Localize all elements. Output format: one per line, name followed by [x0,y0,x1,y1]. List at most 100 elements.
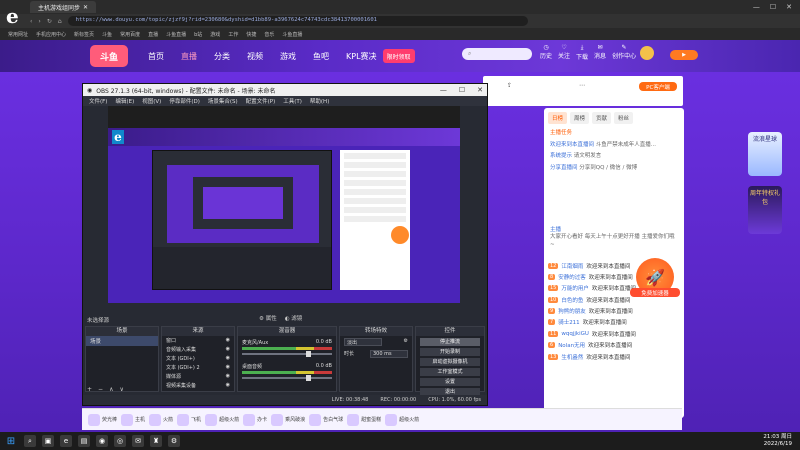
gift-item[interactable]: 飞机 [177,413,201,426]
nav-home[interactable]: 首页 [148,51,164,62]
properties-button[interactable]: ⚙ 属性 [259,314,277,322]
virtual-camera-button[interactable]: 启动虚拟摄像机 [420,358,480,366]
scene-item[interactable]: 场景 [86,336,158,346]
username[interactable]: 骑士211 [558,318,580,326]
gift-item[interactable]: 超级火箭 [205,413,239,426]
username[interactable]: 江南烟雨 [561,262,583,270]
source-item[interactable]: 音频输入采集 ◉ [162,345,234,354]
duration-input[interactable]: 300 ms [370,350,408,358]
url-input[interactable]: https://www.douyu.com/topic/zjzf9j?rid=2… [67,16,528,26]
download-button[interactable]: ⤓ 下载 [576,44,588,61]
forward-icon[interactable]: › [38,18,40,25]
browser-app-icon[interactable]: e [60,435,72,447]
message-button[interactable]: ✉ 消息 [594,44,606,61]
tab-weekly[interactable]: 周榜 [570,112,590,124]
source-item[interactable]: 媒体源 ◉ [162,372,234,381]
gift-item[interactable]: 荧光棒 [88,413,117,426]
username[interactable]: 安静的过客 [558,273,586,281]
site-logo[interactable]: 斗鱼 [90,45,128,67]
more-icon[interactable]: ⋯ [579,82,585,89]
bookmark[interactable]: 音乐 [264,31,274,38]
studio-mode-button[interactable]: 工作室模式 [420,368,480,376]
username[interactable]: 万能的用户 [561,284,589,292]
eye-icon[interactable]: ◉ [226,355,230,362]
gift-item[interactable]: 告白气球 [309,413,343,426]
bookmark[interactable]: 工作 [228,31,238,38]
gift-item[interactable]: 火箭 [149,413,173,426]
eye-icon[interactable]: ◉ [226,364,230,371]
user-avatar[interactable] [640,46,654,60]
chat-banner[interactable]: 主播任务 [544,128,684,140]
gift-item[interactable]: 甜蜜蛋糕 [347,413,381,426]
volume-slider[interactable] [242,351,332,357]
bookmark[interactable]: 斗鱼 [102,31,112,38]
eye-icon[interactable]: ◉ [226,346,230,353]
tab-daily[interactable]: 日榜 [548,112,568,124]
menu-docks[interactable]: 停靠部件(D) [169,97,200,105]
eye-icon[interactable]: ◉ [226,382,230,389]
minimize-icon[interactable]: — [753,3,760,11]
promo-badge[interactable]: 限时领取 [382,49,415,63]
chat-user[interactable]: 欢迎来到本直播间 [550,142,594,148]
share-icon[interactable]: ⇪ [507,82,512,89]
settings-icon[interactable]: ⚙ [168,435,180,447]
up-icon[interactable]: ∧ [109,386,113,393]
nav-live[interactable]: 直播 [181,51,197,62]
promo-card[interactable]: 周年特权礼包 [748,186,782,234]
nav-category[interactable]: 分类 [214,51,230,62]
bookmark[interactable]: 常用网址 [8,31,28,38]
bookmark[interactable]: 手机应用中心 [36,31,66,38]
nav-kpl[interactable]: KPL赛决 [346,51,377,62]
down-icon[interactable]: ∨ [119,386,123,393]
slider-knob[interactable] [306,351,311,357]
maximize-icon[interactable]: ☐ [459,86,465,94]
maximize-icon[interactable]: ☐ [770,3,776,11]
home-icon[interactable]: ⌂ [58,18,62,25]
obs-preview[interactable]: e [108,106,460,303]
nav-game[interactable]: 游戏 [280,51,296,62]
transition-select[interactable]: 淡出 [344,338,382,346]
close-window-icon[interactable]: ✕ [786,3,792,11]
slider-knob[interactable] [306,375,311,381]
search-icon[interactable]: ⌕ [24,435,36,447]
gift-item[interactable]: 办卡 [243,413,267,426]
creator-button[interactable]: ✎ 创作中心 [612,44,636,61]
gear-icon[interactable]: ⚙ [404,338,408,346]
follow-button[interactable]: ♡ 关注 [558,44,570,61]
filters-button[interactable]: ◐ 滤镜 [285,314,303,322]
chat-user[interactable]: 系统提示 [550,153,572,159]
chat-app-icon[interactable]: ✉ [132,435,144,447]
bookmark[interactable]: 新标签页 [74,31,94,38]
bookmark[interactable]: 直播 [148,31,158,38]
minimize-icon[interactable]: — [440,86,447,94]
open-button[interactable]: ▶ [670,50,698,60]
menu-profile[interactable]: 配置文件(P) [246,97,276,105]
source-item[interactable]: 视频采集设备 ◉ [162,381,234,390]
steam-icon[interactable]: ◎ [114,435,126,447]
add-icon[interactable]: + [87,386,92,393]
nav-video[interactable]: 视频 [247,51,263,62]
username[interactable]: 狗熊的朋友 [558,307,586,315]
bookmark[interactable]: b站 [194,31,202,38]
close-icon[interactable]: ✕ [477,86,483,94]
close-icon[interactable]: ✕ [83,4,88,11]
gift-item[interactable]: 乘风破浪 [271,413,305,426]
menu-help[interactable]: 帮助(H) [310,97,329,105]
tab-contrib[interactable]: 贡献 [592,112,612,124]
username[interactable]: 白色的鱼 [561,296,583,304]
eye-icon[interactable]: ◉ [226,337,230,344]
source-item[interactable]: 窗口 ◉ [162,336,234,345]
bookmark[interactable]: 斗鱼直播 [282,31,302,38]
system-clock[interactable]: 21:03 周日 2022/6/19 [763,434,800,447]
menu-view[interactable]: 视图(V) [142,97,161,105]
bookmark[interactable]: 斗鱼直播 [166,31,186,38]
start-recording-button[interactable]: 开始录制 [420,348,480,356]
folder-icon[interactable]: ▤ [78,435,90,447]
chat-user[interactable]: 分享直播间 [550,165,578,171]
promo-card[interactable]: 流浪星球 [748,132,782,176]
gift-item[interactable]: 主机 [121,413,145,426]
back-icon[interactable]: ‹ [30,18,32,25]
windows-start-icon[interactable]: ⊞ [4,434,18,448]
bookmark[interactable]: 常用百度 [120,31,140,38]
username[interactable]: Nolan无用 [558,341,585,349]
